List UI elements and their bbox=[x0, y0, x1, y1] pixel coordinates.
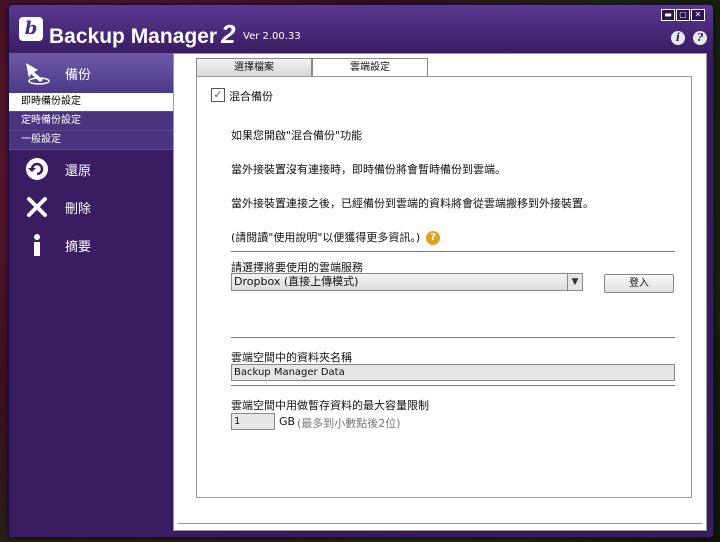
title-bar: b Backup Manager 2 Ver 2.00.33 ▬ ▢ ✕ i ? bbox=[9, 5, 713, 53]
app-title-number: 2 bbox=[221, 19, 236, 49]
divider bbox=[231, 337, 675, 338]
sidebar-item-delete[interactable]: 刪除 bbox=[9, 188, 173, 226]
cloud-settings-panel: ✓ 混合備份 如果您開啟"混合備份"功能 當外接裝置沒有連接時，即時備份將會暫時… bbox=[196, 76, 692, 498]
help-icon[interactable]: ? bbox=[693, 31, 707, 45]
capacity-hint: (最多到小數點後2位) bbox=[297, 417, 401, 430]
sidebar: 備份 即時備份設定 定時備份設定 一般設定 還原 刪除 摘要 bbox=[9, 53, 173, 537]
hybrid-backup-checkbox[interactable]: ✓ bbox=[211, 88, 225, 102]
sidebar-item-restore[interactable]: 還原 bbox=[9, 150, 173, 188]
sidebar-item-label: 刪除 bbox=[65, 201, 92, 217]
summary-info-icon bbox=[23, 231, 51, 259]
dropdown-arrow-icon[interactable]: ▼ bbox=[567, 274, 582, 290]
content-area: 選擇檔案 雲端設定 ✓ 混合備份 如果您開啟"混合備份"功能 當外接裝置沒有連接… bbox=[173, 53, 707, 531]
cloud-service-value: Dropbox (直接上傳模式) bbox=[234, 275, 359, 288]
app-logo-icon: b bbox=[19, 17, 43, 41]
cloud-service-dropdown[interactable]: Dropbox (直接上傳模式) ▼ bbox=[231, 273, 583, 291]
sidebar-subitem-general[interactable]: 一般設定 bbox=[9, 131, 173, 150]
app-title-text: Backup Manager bbox=[49, 25, 218, 48]
sidebar-subitem-realtime[interactable]: 即時備份設定 bbox=[9, 93, 173, 112]
tab-cloud-settings[interactable]: 雲端設定 bbox=[312, 58, 428, 77]
reconnect-description: 當外接裝置連接之後，已經備份到雲端的資料將會從雲端搬移到外接裝置。 bbox=[231, 197, 594, 210]
sidebar-item-backup[interactable]: 備份 bbox=[9, 53, 173, 93]
sidebar-item-label: 還原 bbox=[65, 163, 92, 179]
capacity-label: 雲端空間中用做暫存資料的最大容量限制 bbox=[231, 399, 429, 412]
tab-select-files[interactable]: 選擇檔案 bbox=[196, 58, 312, 76]
delete-icon bbox=[23, 193, 51, 221]
footer-divider bbox=[178, 523, 702, 524]
backup-icon bbox=[23, 59, 51, 87]
app-window: b Backup Manager 2 Ver 2.00.33 ▬ ▢ ✕ i ? … bbox=[8, 4, 714, 538]
login-button[interactable]: 登入 bbox=[604, 274, 674, 293]
hybrid-description: 如果您開啟"混合備份"功能 bbox=[231, 129, 363, 142]
sidebar-item-label: 摘要 bbox=[65, 239, 92, 255]
divider bbox=[231, 385, 675, 386]
minimize-button[interactable]: ▬ bbox=[661, 9, 675, 21]
info-icon[interactable]: i bbox=[671, 31, 685, 45]
question-icon[interactable]: ? bbox=[426, 231, 441, 245]
maximize-button[interactable]: ▢ bbox=[676, 9, 690, 21]
help-hint-text: (請閱讀"使用說明"以便獲得更多資訊。) bbox=[231, 231, 421, 244]
folder-name-input[interactable]: Backup Manager Data bbox=[231, 364, 675, 381]
folder-label: 雲端空間中的資料夾名稱 bbox=[231, 351, 352, 364]
restore-icon bbox=[23, 155, 51, 183]
sidebar-subitem-scheduled[interactable]: 定時備份設定 bbox=[9, 112, 173, 131]
help-hint: (請閱讀"使用說明"以便獲得更多資訊。)? bbox=[231, 229, 441, 245]
offline-description: 當外接裝置沒有連接時，即時備份將會暫時備份到雲端。 bbox=[231, 163, 506, 176]
capacity-unit: GB bbox=[279, 415, 296, 428]
app-version: Ver 2.00.33 bbox=[243, 31, 301, 42]
divider bbox=[231, 251, 675, 252]
sidebar-item-summary[interactable]: 摘要 bbox=[9, 226, 173, 264]
close-button[interactable]: ✕ bbox=[691, 9, 705, 21]
capacity-input[interactable]: 1 bbox=[231, 413, 275, 430]
app-title: Backup Manager 2 bbox=[49, 19, 236, 50]
sidebar-item-label: 備份 bbox=[65, 67, 92, 83]
hybrid-backup-label: 混合備份 bbox=[229, 90, 273, 103]
